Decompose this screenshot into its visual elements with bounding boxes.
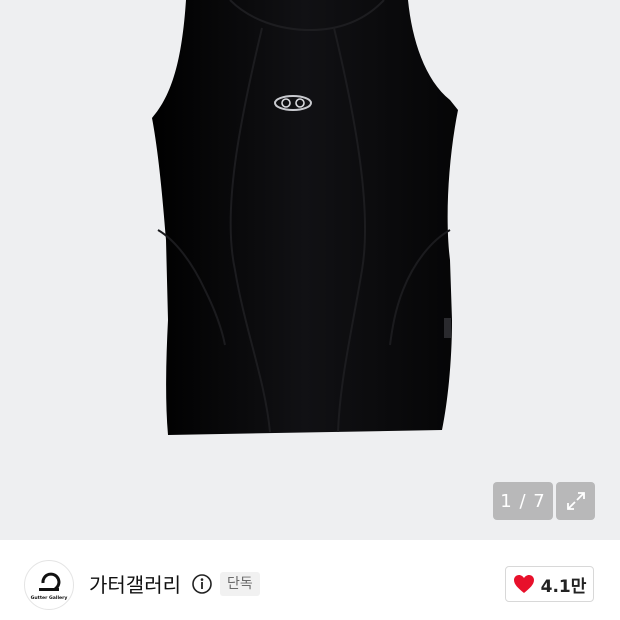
heart-icon xyxy=(513,575,534,593)
brand-name[interactable]: 가터갤러리 xyxy=(89,569,181,598)
image-counter: 1 / 7 xyxy=(493,482,553,520)
product-image xyxy=(152,0,458,435)
like-count: 4.1만 xyxy=(540,576,587,597)
brand-logo-text: Gutter Gallery xyxy=(31,595,68,601)
expand-image-button[interactable] xyxy=(556,482,595,520)
expand-icon xyxy=(566,492,585,510)
brand-logo-mark: Gutter Gallery xyxy=(31,572,68,601)
image-counter-text: 1 / 7 xyxy=(500,490,546,512)
product-image-carousel[interactable]: 1 / 7 xyxy=(0,0,620,540)
like-button[interactable]: 4.1만 xyxy=(505,566,594,602)
info-icon[interactable] xyxy=(191,573,213,595)
product-detail-page: 1 / 7 Gutter Gallery 가터갤러리 단독 4.1만 xyxy=(0,0,620,620)
exclusive-badge: 단독 xyxy=(220,572,260,596)
brand-logo[interactable]: Gutter Gallery xyxy=(24,560,74,610)
